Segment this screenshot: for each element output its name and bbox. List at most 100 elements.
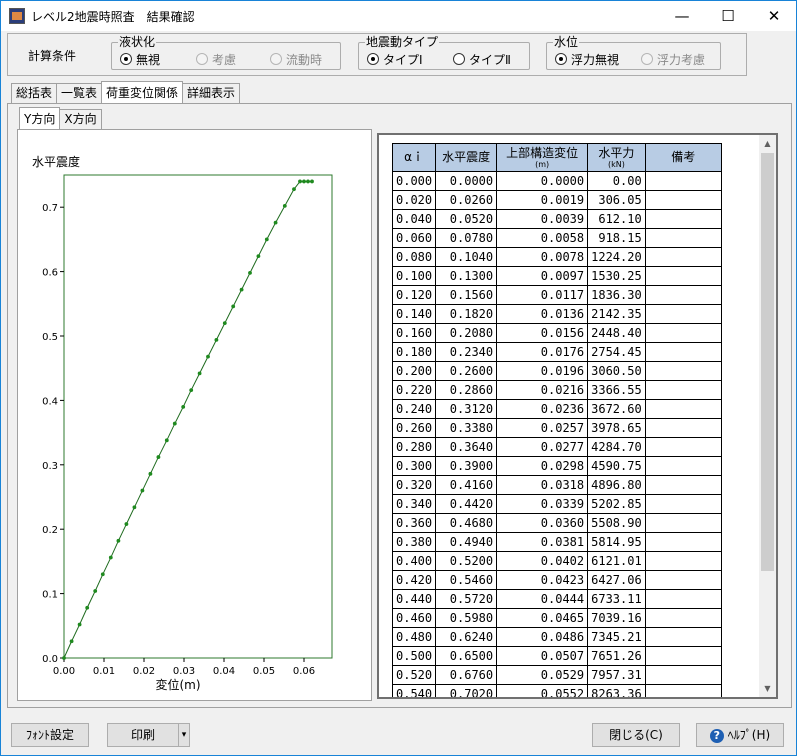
- data-point: [282, 204, 287, 208]
- table-cell: 0.0423: [496, 570, 589, 590]
- table-cell: 0.0257: [496, 418, 589, 438]
- motion-title: 地震動タイプ: [365, 35, 440, 49]
- table-cell: [644, 361, 722, 381]
- scroll-down-arrow[interactable]: ▼: [759, 680, 776, 697]
- table-row: 0.200 0.2600 0.0196 3060.50: [391, 361, 722, 381]
- liquefaction-group: 液状化 無視 考慮 流動時: [111, 35, 341, 70]
- radio-liq-ignore[interactable]: 無視: [120, 52, 160, 67]
- print-dropdown-button[interactable]: ▾: [178, 723, 190, 747]
- table-row: 0.120 0.1560 0.0117 1836.30: [391, 285, 722, 305]
- table-cell: 0.060: [391, 228, 437, 248]
- table-cell: 0.360: [391, 513, 437, 533]
- radio-buoyancy-consider[interactable]: 浮力考慮: [641, 52, 705, 67]
- radio-type-1[interactable]: タイプⅠ: [367, 52, 423, 67]
- table-cell: [644, 190, 722, 210]
- table-row: 0.180 0.2340 0.0176 2754.45: [391, 342, 722, 362]
- table-cell: [644, 475, 722, 495]
- table-cell: [644, 342, 722, 362]
- table-cell: 0.200: [391, 361, 437, 381]
- table-cell: 0.3120: [435, 399, 498, 419]
- table-cell: 0.2860: [435, 380, 498, 400]
- table-cell: [644, 380, 722, 400]
- minimize-button[interactable]: —: [659, 1, 705, 31]
- table-cell: 3060.50: [587, 361, 646, 381]
- data-point: [148, 471, 153, 476]
- table-cell: 0.320: [391, 475, 437, 495]
- table-cell: 0.540: [391, 684, 437, 697]
- y-tick-label: 0.6: [42, 268, 58, 279]
- table-cell: 0.400: [391, 551, 437, 571]
- table-cell: 0.0176: [496, 342, 589, 362]
- table-cell: [644, 589, 722, 609]
- radio-type-2[interactable]: タイプⅡ: [453, 52, 511, 67]
- radio-liq-consider[interactable]: 考慮: [196, 52, 236, 67]
- radio-dot: [196, 53, 208, 65]
- table-row: 0.220 0.2860 0.0216 3366.55: [391, 380, 722, 400]
- conditions-panel: 計算条件 液状化 無視 考慮 流動時 地震動タイプ タイプⅠ タイプⅡ 水位 浮…: [7, 33, 747, 76]
- tab-detail[interactable]: 詳細表示: [182, 83, 241, 103]
- data-point: [239, 287, 244, 292]
- scroll-thumb[interactable]: [761, 153, 774, 571]
- table-cell: 0.0486: [496, 627, 589, 647]
- table-cell: 2142.35: [587, 304, 646, 324]
- radio-buoyancy-ignore[interactable]: 浮力無視: [555, 52, 619, 67]
- y-tick-label: 0.2: [42, 525, 58, 536]
- table-row: 0.020 0.0260 0.0019 306.05: [391, 190, 722, 210]
- radio-dot: [367, 53, 379, 65]
- table-cell: 0.2600: [435, 361, 498, 381]
- table-cell: 0.5200: [435, 551, 498, 571]
- table-cell: 0.2080: [435, 323, 498, 343]
- table-cell: 0.0298: [496, 456, 589, 476]
- motion-group: 地震動タイプ タイプⅠ タイプⅡ: [358, 35, 530, 70]
- vertical-scrollbar[interactable]: ▲ ▼: [759, 135, 776, 697]
- close-button[interactable]: 閉じる(C): [592, 723, 680, 747]
- data-point: [248, 270, 252, 275]
- table-row: 0.520 0.6760 0.0529 7957.31: [391, 665, 722, 685]
- data-point: [273, 220, 278, 225]
- table-cell: [644, 266, 722, 286]
- scroll-up-arrow[interactable]: ▲: [759, 135, 776, 152]
- radio-liq-flow[interactable]: 流動時: [270, 52, 322, 67]
- radio-dot: [641, 53, 653, 65]
- table-cell: 5814.95: [587, 532, 646, 552]
- data-point: [69, 639, 74, 644]
- table-cell: 0.0039: [496, 209, 589, 229]
- table-cell: 6733.11: [587, 589, 646, 609]
- tab-list[interactable]: 一覧表: [56, 83, 103, 103]
- table-cell: 0.7020: [435, 684, 498, 697]
- tab-load-displacement[interactable]: 荷重変位関係: [101, 81, 184, 103]
- table-cell: 0.220: [391, 380, 437, 400]
- tab-summary[interactable]: 総括表: [11, 83, 58, 103]
- print-button[interactable]: 印刷: [107, 723, 179, 747]
- tab-x-direction[interactable]: X方向: [59, 109, 102, 129]
- results-table-panel: αｉ 水平震度 上部構造変位 (m) 水平力 (kN) 備考 0.000 0.0000…: [377, 133, 778, 699]
- y-tick-label: 0.3: [42, 461, 58, 472]
- tab-y-direction[interactable]: Y方向: [19, 107, 61, 129]
- maximize-button[interactable]: ☐: [705, 1, 751, 31]
- table-cell: 0.0520: [435, 209, 498, 229]
- x-tick-label: 0.03: [173, 666, 195, 677]
- table-row: 0.080 0.1040 0.0078 1224.20: [391, 247, 722, 267]
- table-cell: [644, 684, 722, 697]
- help-label: ﾍﾙﾌﾟ(H): [727, 728, 771, 742]
- table-cell: 5202.85: [587, 494, 646, 514]
- data-point: [206, 354, 210, 359]
- table-cell: 0.140: [391, 304, 437, 324]
- help-button[interactable]: ? ﾍﾙﾌﾟ(H): [696, 723, 784, 747]
- table-cell: 0.0019: [496, 190, 589, 210]
- table-cell: 4590.75: [587, 456, 646, 476]
- data-point: [302, 179, 306, 184]
- col-displacement: 上部構造変位 (m): [496, 143, 589, 172]
- data-point: [264, 237, 269, 242]
- y-axis-label: 水平震度: [32, 154, 80, 169]
- data-point: [77, 622, 82, 627]
- col-alpha: αｉ: [391, 143, 437, 172]
- font-settings-button[interactable]: ﾌｫﾝﾄ設定: [11, 723, 89, 747]
- data-point: [93, 589, 98, 593]
- table-cell: 0.0529: [496, 665, 589, 685]
- table-cell: 0.1300: [435, 266, 498, 286]
- table-cell: [644, 532, 722, 552]
- x-tick-label: 0.00: [53, 666, 75, 677]
- table-cell: 0.480: [391, 627, 437, 647]
- close-window-button[interactable]: ✕: [751, 1, 797, 31]
